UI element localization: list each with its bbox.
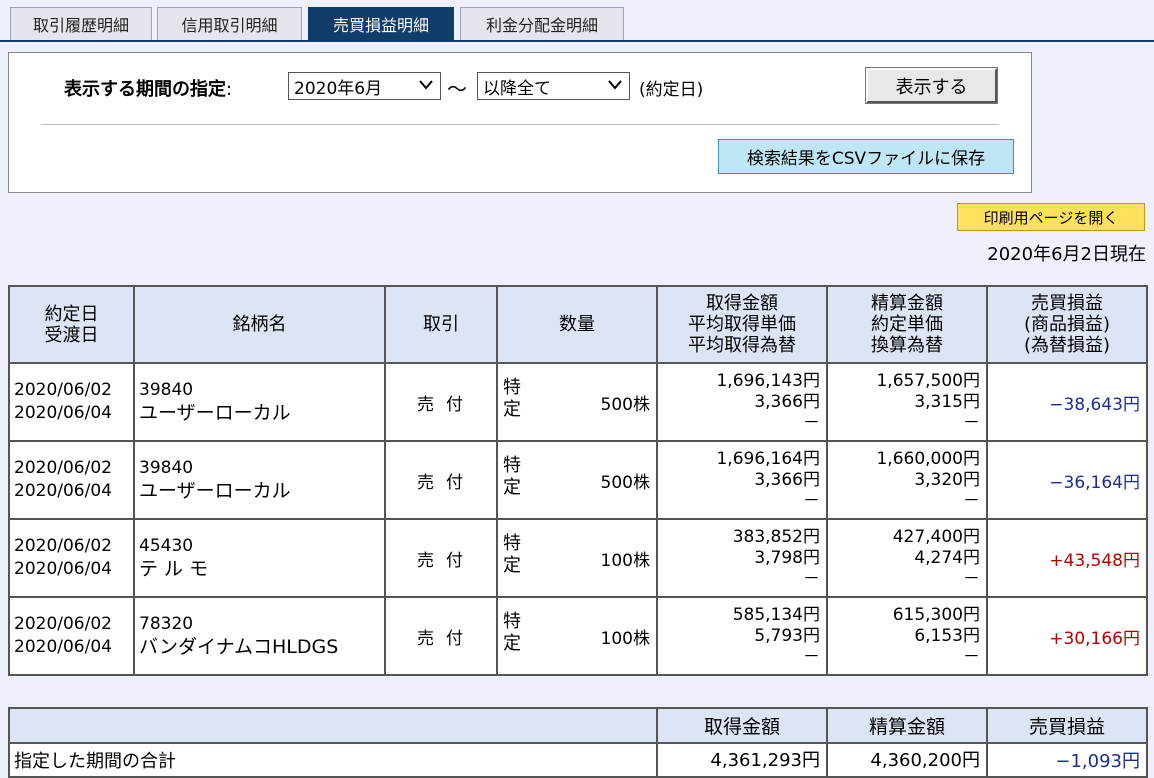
open-print-page-button[interactable]: 印刷用ページを開く (957, 203, 1145, 231)
tab-bar: 取引履歴明細 信用取引明細 売買損益明細 利金分配金明細 (0, 0, 1154, 42)
qty-cell: 特定 500株 (496, 362, 658, 442)
account-type: 特定 (503, 455, 521, 498)
security-cell: 45430 テ ル モ (133, 518, 386, 598)
summary-header-settle: 精算金額 (826, 707, 988, 744)
account-type: 特定 (503, 611, 521, 654)
pl-cell: +30,166円 (986, 596, 1148, 676)
summary-header-row: 取得金額 精算金額 売買損益 (8, 707, 1148, 744)
summary-acq: 4,361,293円 (656, 742, 828, 778)
summary-header-pl: 売買損益 (986, 707, 1148, 744)
settle-cell: 615,300円 6,153円－ (826, 596, 988, 676)
settle-cell: 1,660,000円 3,320円－ (826, 440, 988, 520)
tab-interest-dividends[interactable]: 利金分配金明細 (460, 7, 624, 40)
date-cell: 2020/06/02 2020/06/04 (8, 596, 135, 676)
summary-label: 指定した期間の合計 (8, 742, 658, 778)
summary-settle: 4,360,200円 (826, 742, 988, 778)
tab-trade-history[interactable]: 取引履歴明細 (10, 7, 152, 40)
pl-detail-table: 約定日 受渡日 銘柄名 取引 数量 取得金額 平均取得単価 平均取得為替 精算金額 約定… (8, 285, 1148, 676)
summary-row: 指定した期間の合計 4,361,293円 4,360,200円 −1,093円 (8, 742, 1148, 778)
settle-cell: 1,657,500円 3,315円－ (826, 362, 988, 442)
date-cell: 2020/06/02 2020/06/04 (8, 440, 135, 520)
trade-type-cell: 売付 (384, 440, 498, 520)
tab-realized-pl[interactable]: 売買損益明細 (308, 7, 454, 40)
col-header-settle: 精算金額 約定単価 換算為替 (826, 285, 988, 364)
show-button[interactable]: 表示する (865, 67, 998, 104)
trade-type-cell: 売付 (384, 596, 498, 676)
period-to-value: 以降全て (483, 78, 551, 99)
as-of-date: 2020年6月2日現在 (987, 244, 1146, 265)
summary-pl: −1,093円 (986, 742, 1148, 778)
period-label-text: 表示する期間の指定 (64, 79, 226, 100)
trade-type-cell: 売付 (384, 362, 498, 442)
period-label-colon: : (226, 79, 233, 100)
col-header-name: 銘柄名 (133, 285, 386, 364)
date-cell: 2020/06/02 2020/06/04 (8, 518, 135, 598)
table-row: 2020/06/02 2020/06/04 39840 ユーザーローカル 売付 特定… (8, 440, 1148, 520)
col-header-acq: 取得金額 平均取得単価 平均取得為替 (656, 285, 828, 364)
tab-underline (0, 40, 1154, 42)
period-from-select[interactable]: 2020年6月 (288, 72, 441, 100)
range-tilde: ～ (447, 77, 467, 101)
col-header-pl: 売買損益 (商品損益) (為替損益) (986, 285, 1148, 364)
table-row: 2020/06/02 2020/06/04 45430 テ ル モ 売付 特定 100… (8, 518, 1148, 598)
table-header-row: 約定日 受渡日 銘柄名 取引 数量 取得金額 平均取得単価 平均取得為替 精算金額 約定… (8, 285, 1148, 364)
security-cell: 78320 バンダイナムコHLDGS (133, 596, 386, 676)
pl-cell: +43,548円 (986, 518, 1148, 598)
acq-cell: 1,696,143円 3,366円－ (656, 362, 828, 442)
security-cell: 39840 ユーザーローカル (133, 362, 386, 442)
account-type: 特定 (503, 533, 521, 576)
pl-cell: −36,164円 (986, 440, 1148, 520)
acq-cell: 585,134円 5,793円－ (656, 596, 828, 676)
chevron-down-icon (418, 77, 434, 97)
chevron-down-icon (607, 77, 623, 97)
trade-type-cell: 売付 (384, 518, 498, 598)
save-csv-button[interactable]: 検索結果をCSVファイルに保存 (718, 139, 1014, 174)
table-row: 2020/06/02 2020/06/04 39840 ユーザーローカル 売付 特定… (8, 362, 1148, 442)
settle-cell: 427,400円 4,274円－ (826, 518, 988, 598)
date-basis-label: (約定日) (639, 80, 704, 100)
col-header-qty: 数量 (496, 285, 658, 364)
filter-panel: 表示する期間の指定: 2020年6月 ～ 以降全て (約定日) 表示する 検索結… (8, 52, 1032, 193)
period-from-value: 2020年6月 (294, 78, 383, 99)
col-header-trade: 取引 (384, 285, 498, 364)
qty-cell: 特定 500株 (496, 440, 658, 520)
period-to-select[interactable]: 以降全て (477, 72, 630, 100)
acq-cell: 1,696,164円 3,366円－ (656, 440, 828, 520)
summary-header-acq: 取得金額 (656, 707, 828, 744)
qty-cell: 特定 100株 (496, 518, 658, 598)
panel-divider (41, 124, 999, 125)
security-cell: 39840 ユーザーローカル (133, 440, 386, 520)
table-row: 2020/06/02 2020/06/04 78320 バンダイナムコHLDGS 売… (8, 596, 1148, 676)
col-header-date: 約定日 受渡日 (8, 285, 135, 364)
summary-table: 取得金額 精算金額 売買損益 指定した期間の合計 4,361,293円 4,36… (8, 707, 1148, 778)
date-cell: 2020/06/02 2020/06/04 (8, 362, 135, 442)
pl-cell: −38,643円 (986, 362, 1148, 442)
summary-header-blank (8, 707, 658, 744)
period-label: 表示する期間の指定: (64, 75, 232, 101)
qty-cell: 特定 100株 (496, 596, 658, 676)
acq-cell: 383,852円 3,798円－ (656, 518, 828, 598)
tab-margin-trading[interactable]: 信用取引明細 (157, 7, 302, 40)
account-type: 特定 (503, 377, 521, 420)
